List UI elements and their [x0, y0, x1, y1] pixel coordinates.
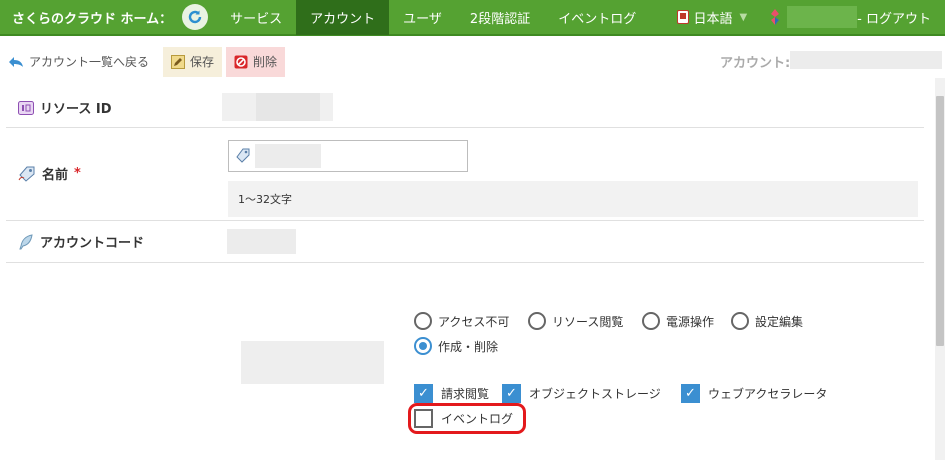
- name-label: 名前 *: [18, 164, 81, 183]
- refresh-icon: [188, 10, 202, 24]
- account-code-row: アカウントコード: [6, 221, 924, 263]
- save-label: 保存: [190, 55, 215, 69]
- check-label: オブジェクトストレージ: [529, 387, 661, 401]
- back-arrow-icon: [9, 56, 23, 67]
- resource-id-row: リソース ID: [6, 84, 924, 128]
- check-object-storage[interactable]: ✓ オブジェクトストレージ: [502, 384, 661, 403]
- user-name-redacted: [787, 6, 858, 28]
- tag-icon: [236, 148, 250, 163]
- radio-label: 電源操作: [666, 314, 715, 329]
- check-label: ウェブアクセラレータ: [708, 387, 828, 401]
- account-value-redacted: [790, 51, 942, 69]
- radio-label: リソース閲覧: [552, 314, 624, 329]
- user-menu[interactable]: [769, 6, 858, 28]
- checkbox-checked[interactable]: ✓: [502, 384, 521, 403]
- toolbar: アカウント一覧へ戻る 保存 削除 アカウント:: [0, 45, 945, 78]
- checkbox-checked[interactable]: ✓: [414, 384, 433, 403]
- radio-circle[interactable]: [528, 312, 546, 330]
- radio-power-operation[interactable]: 電源操作: [642, 312, 714, 330]
- account-code-label: アカウントコード: [18, 232, 144, 251]
- delete-label: 削除: [253, 55, 278, 69]
- radio-create-delete[interactable]: 作成・削除: [414, 337, 498, 355]
- radio-resource-view[interactable]: リソース閲覧: [528, 312, 623, 330]
- logout-link[interactable]: - ログアウト: [857, 8, 931, 27]
- back-to-list-link[interactable]: アカウント一覧へ戻る: [0, 53, 149, 70]
- chevron-down-icon: ▼: [739, 11, 748, 23]
- name-hint: 1〜32文字: [228, 181, 918, 217]
- user-icon: [771, 9, 780, 25]
- language-label: 日本語: [693, 11, 733, 27]
- permission-label-redacted: [241, 341, 384, 384]
- nav-event-log[interactable]: イベントログ: [544, 0, 650, 35]
- id-card-icon: [18, 100, 34, 115]
- radio-label: 設定編集: [755, 314, 804, 329]
- highlight-annotation: [408, 403, 526, 434]
- radio-settings-edit[interactable]: 設定編集: [731, 312, 803, 330]
- required-mark: *: [74, 166, 81, 181]
- radio-label: 作成・削除: [438, 339, 499, 354]
- name-text: 名前: [42, 168, 69, 183]
- nav-account[interactable]: アカウント: [296, 0, 390, 35]
- nav-two-factor[interactable]: 2段階認証: [456, 0, 544, 35]
- nav-services[interactable]: サービス: [216, 0, 296, 35]
- checkbox-checked[interactable]: ✓: [681, 384, 700, 403]
- delete-button[interactable]: 削除: [226, 46, 286, 77]
- name-input[interactable]: [228, 140, 468, 172]
- account-code-text: アカウントコード: [40, 236, 145, 251]
- name-value-redacted: [255, 144, 321, 168]
- check-label: 請求閲覧: [441, 387, 490, 401]
- account-code-value-redacted: [227, 229, 296, 254]
- check-web-accelerator[interactable]: ✓ ウェブアクセラレータ: [681, 384, 827, 403]
- resource-id-label: リソース ID: [18, 98, 112, 117]
- account-label: アカウント:: [720, 56, 791, 71]
- radio-circle-selected[interactable]: [414, 337, 432, 355]
- save-button[interactable]: 保存: [163, 46, 223, 77]
- back-label: アカウント一覧へ戻る: [29, 55, 150, 69]
- resource-id-text: リソース ID: [40, 102, 112, 117]
- no-entry-icon: [234, 55, 248, 68]
- radio-circle[interactable]: [731, 312, 749, 330]
- radio-label: アクセス不可: [438, 314, 510, 329]
- resource-id-value-redacted-inner: [256, 93, 320, 121]
- language-selector[interactable]: 日本語 ▼: [677, 8, 747, 27]
- top-nav-bar: さくらのクラウド ホーム： サービス アカウント ユーザ 2段階認証 イベントロ…: [0, 0, 945, 36]
- language-icon: [677, 10, 690, 24]
- brand-title: さくらのクラウド ホーム：: [12, 11, 173, 27]
- scrollbar-thumb[interactable]: [936, 96, 944, 346]
- radio-circle[interactable]: [642, 312, 660, 330]
- check-billing-view[interactable]: ✓ 請求閲覧: [414, 384, 489, 403]
- radio-circle[interactable]: [414, 312, 432, 330]
- home-refresh-button[interactable]: [182, 4, 209, 30]
- radio-no-access[interactable]: アクセス不可: [414, 312, 509, 330]
- nav-users[interactable]: ユーザ: [389, 0, 456, 35]
- feather-icon: [19, 233, 33, 249]
- pencil-icon: [171, 54, 186, 69]
- tag-icon: [18, 166, 35, 182]
